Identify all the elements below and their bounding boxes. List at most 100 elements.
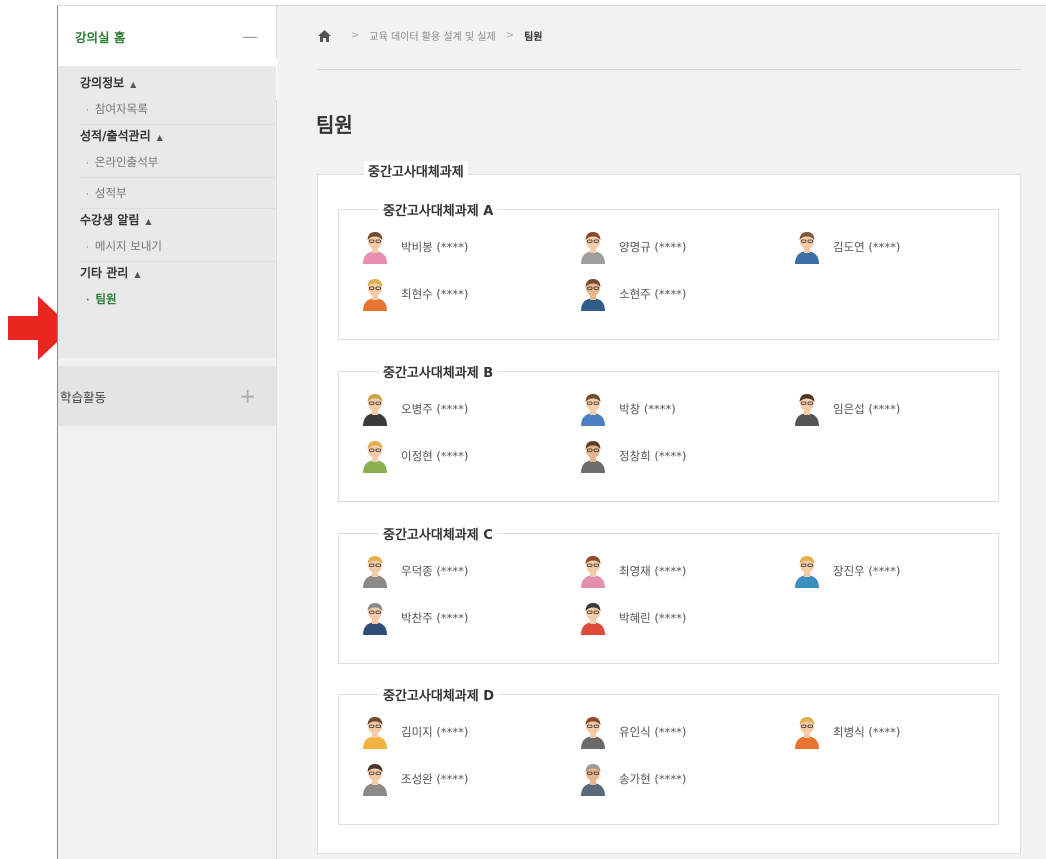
sidebar-item-label: 메시지 보내기 (94, 239, 163, 253)
breadcrumb: > 교육 데이터 활용 설계 및 실제 > 팀원 (318, 28, 542, 43)
team-panel: 중간고사대체과제 중간고사대체과제 A 박비봉 (****) 양명규 (****) 김… (317, 161, 1021, 854)
team-member-name: 최현수 (****) (401, 287, 469, 301)
sidebar-group: 기타 관리 ▲ · 팀원 (58, 262, 276, 314)
sidebar-group: 성적/출석관리 ▲ · 온라인출석부 · 성적부 (58, 125, 276, 209)
sidebar-item[interactable]: · 성적부 (80, 178, 276, 209)
team-member-name: 조성완 (****) (401, 772, 469, 786)
team-member[interactable]: 박비봉 (****) (361, 230, 468, 264)
learning-activities-label[interactable]: 학습활동 (60, 387, 106, 406)
sidebar-group-label: 성적/출석관리 (80, 129, 151, 143)
avatar-icon (581, 232, 605, 264)
team-member[interactable]: 송가현 (****) (579, 762, 686, 796)
sidebar-home[interactable]: 강의실 홈 — (58, 6, 276, 66)
header-divider (317, 69, 1021, 70)
team-member[interactable]: 박창 (****) (579, 392, 676, 426)
home-icon[interactable] (318, 29, 331, 42)
breadcrumb-current: 팀원 (524, 32, 543, 43)
team-member[interactable]: 우덕종 (****) (361, 554, 468, 588)
avatar-icon (363, 232, 387, 264)
team-member-name: 유인식 (****) (619, 725, 687, 739)
sidebar-group-title[interactable]: 성적/출석관리 ▲ (80, 125, 276, 147)
team-member-name: 김도연 (****) (833, 240, 901, 254)
team-group-title: 중간고사대체과제 D (379, 685, 498, 704)
caret-up-icon: ▲ (134, 270, 141, 279)
team-member[interactable]: 이정현 (****) (361, 439, 468, 473)
avatar-icon (363, 279, 387, 311)
team-member[interactable]: 유인식 (****) (579, 715, 686, 749)
avatar-icon (581, 394, 605, 426)
sidebar-group-label: 수강생 알림 (80, 213, 140, 227)
sidebar-group-label: 기타 관리 (80, 266, 129, 280)
sidebar-item[interactable]: · 참여자목록 (80, 94, 276, 125)
team-member-name: 오병주 (****) (401, 402, 469, 416)
sidebar-collapse-icon[interactable]: — (242, 27, 258, 46)
team-group-title: 중간고사대체과제 C (379, 524, 497, 543)
team-group-title: 중간고사대체과제 B (379, 362, 498, 381)
sidebar-item-label: 팀원 (95, 292, 117, 306)
team-group: 중간고사대체과제 C 우덕종 (****) 최영재 (****) 장진우 (****)… (338, 524, 999, 664)
breadcrumb-course-link[interactable]: 교육 데이터 활용 설계 및 실제 (369, 28, 495, 43)
main-content: > 교육 데이터 활용 설계 및 실제 > 팀원 팀원 중간고사대체과제 중간고… (277, 6, 1046, 859)
team-member-name: 장진우 (****) (833, 564, 901, 578)
window-frame: 강의실 홈 — 강의정보 ▲ · 참여자목록 성적/출석관리 ▲ · 온라인출석부 · 성적부 수강… (57, 5, 1046, 859)
avatar-icon (581, 556, 605, 588)
team-member-name: 소현주 (****) (619, 287, 687, 301)
team-member-name: 송가현 (****) (619, 772, 687, 786)
team-member-name: 이정현 (****) (401, 449, 469, 463)
sidebar-item-label: 온라인출석부 (94, 155, 159, 169)
team-member[interactable]: 조성완 (****) (361, 762, 468, 796)
sidebar-group-title[interactable]: 수강생 알림 ▲ (80, 209, 276, 231)
team-member[interactable]: 소현주 (****) (579, 277, 686, 311)
team-member-name: 우덕종 (****) (401, 564, 469, 578)
avatar-icon (363, 556, 387, 588)
avatar-icon (581, 441, 605, 473)
team-member[interactable]: 박혜린 (****) (579, 601, 686, 635)
sidebar-learning-activities[interactable]: 학습활동 + (58, 366, 276, 426)
team-member[interactable]: 정창희 (****) (579, 439, 686, 473)
team-member-name: 최병식 (****) (833, 725, 901, 739)
team-member-name: 박혜린 (****) (619, 611, 687, 625)
team-group-title: 중간고사대체과제 A (379, 200, 498, 219)
sidebar-item[interactable]: · 메시지 보내기 (80, 231, 276, 262)
bullet-icon: · (86, 106, 89, 116)
sidebar-item-label: 참여자목록 (94, 102, 148, 116)
sidebar-item[interactable]: · 온라인출석부 (80, 147, 276, 178)
avatar-icon (363, 717, 387, 749)
breadcrumb-separator: > (351, 30, 360, 41)
team-member[interactable]: 양명규 (****) (579, 230, 686, 264)
avatar-icon (581, 603, 605, 635)
caret-up-icon: ▲ (145, 217, 152, 226)
team-member[interactable]: 박찬주 (****) (361, 601, 468, 635)
team-group: 중간고사대체과제 D 김미지 (****) 유인식 (****) 최병식 (****)… (338, 685, 999, 825)
team-member[interactable]: 오병주 (****) (361, 392, 468, 426)
team-group: 중간고사대체과제 A 박비봉 (****) 양명규 (****) 김도연 (****)… (338, 200, 999, 340)
sidebar-group-title[interactable]: 강의정보 ▲ (80, 72, 276, 94)
sidebar-group-label: 강의정보 (80, 76, 125, 90)
breadcrumb-separator: > (505, 30, 515, 41)
sidebar-group: 수강생 알림 ▲ · 메시지 보내기 (58, 209, 276, 262)
team-member-name: 김미지 (****) (401, 725, 469, 739)
avatar-icon (363, 603, 387, 635)
team-member-name: 양명규 (****) (619, 240, 687, 254)
team-member[interactable]: 최영재 (****) (579, 554, 686, 588)
panel-legend: 중간고사대체과제 (364, 161, 468, 180)
sidebar-group-title[interactable]: 기타 관리 ▲ (80, 262, 276, 284)
team-member[interactable]: 최현수 (****) (361, 277, 468, 311)
team-member-name: 정창희 (****) (619, 449, 687, 463)
team-member-name: 박찬주 (****) (401, 611, 469, 625)
add-icon[interactable]: + (239, 384, 256, 408)
team-member[interactable]: 김도연 (****) (793, 230, 900, 264)
team-member[interactable]: 최병식 (****) (793, 715, 900, 749)
team-member[interactable]: 임은섭 (****) (793, 392, 900, 426)
avatar-icon (795, 556, 819, 588)
bullet-icon: · (86, 296, 90, 306)
sidebar-home-title[interactable]: 강의실 홈 (75, 27, 125, 46)
sidebar-item[interactable]: · 팀원 (80, 284, 276, 314)
team-member[interactable]: 김미지 (****) (361, 715, 468, 749)
sidebar-group: 강의정보 ▲ · 참여자목록 (58, 72, 276, 125)
team-member[interactable]: 장진우 (****) (793, 554, 900, 588)
sidebar-menu: 강의정보 ▲ · 참여자목록 성적/출석관리 ▲ · 온라인출석부 · 성적부 수강생 알림 ▲ · 메시… (58, 66, 276, 358)
avatar-icon (581, 764, 605, 796)
page-title: 팀원 (316, 113, 353, 137)
sidebar: 강의실 홈 — 강의정보 ▲ · 참여자목록 성적/출석관리 ▲ · 온라인출석부 · 성적부 수강… (58, 6, 277, 859)
